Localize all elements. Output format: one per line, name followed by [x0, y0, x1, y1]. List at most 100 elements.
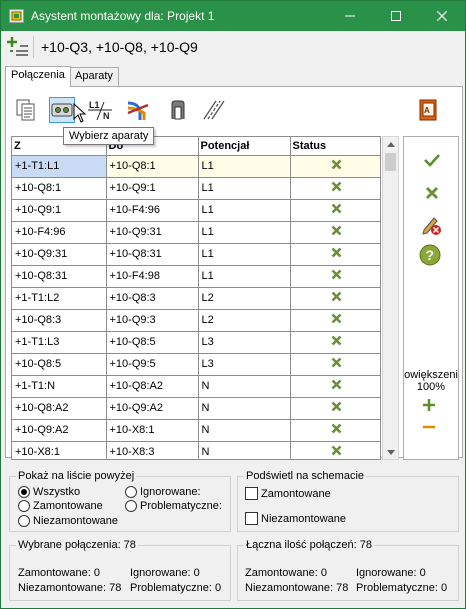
column-header-status[interactable]: Status: [290, 137, 380, 156]
radio-mounted[interactable]: Zamontowane: [18, 500, 103, 512]
grid-scrollbar[interactable]: [382, 136, 399, 460]
cell-to[interactable]: +10-F4:98: [106, 265, 199, 288]
radio-problematic[interactable]: Problematyczne:: [125, 500, 222, 512]
cell-potential[interactable]: N: [198, 419, 291, 442]
table-row[interactable]: +10-F4:96 +10-Q9:31 L1: [12, 221, 380, 244]
cell-from[interactable]: +10-Q8:1: [12, 177, 107, 200]
cell-status[interactable]: [290, 287, 380, 310]
minus-icon[interactable]: [418, 416, 440, 438]
cell-to[interactable]: +10-Q8:3: [106, 287, 199, 310]
radio-dot[interactable]: [18, 515, 30, 527]
cell-potential[interactable]: L2: [198, 309, 291, 332]
maximize-button[interactable]: [373, 1, 419, 31]
document-icon[interactable]: [13, 97, 39, 123]
radio-dot[interactable]: [18, 500, 30, 512]
cell-status[interactable]: [290, 331, 380, 354]
book-icon[interactable]: A: [415, 97, 441, 123]
checkbox-box[interactable]: [245, 512, 258, 525]
cell-from[interactable]: +1-T1:L3: [12, 331, 107, 354]
cell-status[interactable]: [290, 441, 380, 459]
table-row[interactable]: +10-Q8:A2 +10-Q9:A2 N: [12, 397, 380, 420]
table-row[interactable]: +10-Q8:1 +10-Q9:1 L1: [12, 177, 380, 200]
cell-status[interactable]: [290, 265, 380, 288]
pencil-delete-icon[interactable]: [421, 215, 443, 237]
table-row[interactable]: +10-Q8:5 +10-Q9:5 L3: [12, 353, 380, 376]
cell-from[interactable]: +1-T1:N: [12, 375, 107, 398]
cell-to[interactable]: +10-Q9:3: [106, 309, 199, 332]
cell-from[interactable]: +1-T1:L1: [12, 155, 107, 178]
plus-icon[interactable]: [418, 394, 440, 416]
cell-potential[interactable]: L2: [198, 287, 291, 310]
checkbox-highlight-unmounted[interactable]: Niezamontowane: [245, 512, 346, 525]
cell-potential[interactable]: L3: [198, 353, 291, 376]
column-header-potential[interactable]: Potencjał: [198, 137, 291, 156]
cell-status[interactable]: [290, 353, 380, 376]
cell-potential[interactable]: L1: [198, 243, 291, 266]
cell-status[interactable]: [290, 419, 380, 442]
add-remove-icon[interactable]: [7, 36, 29, 58]
cell-potential[interactable]: L1: [198, 199, 291, 222]
cell-from[interactable]: +10-Q8:A2: [12, 397, 107, 420]
radio-ignored[interactable]: Ignorowane:: [125, 486, 201, 498]
cell-to[interactable]: +10-Q9:1: [106, 177, 199, 200]
cell-from[interactable]: +10-Q8:31: [12, 265, 107, 288]
cell-to[interactable]: +10-X8:1: [106, 419, 199, 442]
cell-from[interactable]: +10-Q9:A2: [12, 419, 107, 442]
table-row[interactable]: +10-X8:1 +10-X8:3 N: [12, 441, 380, 459]
connections-grid[interactable]: Z Do Potencjał Status +1-T1:L1 +10-Q8:1 L1…: [11, 136, 381, 460]
minimize-button[interactable]: [327, 1, 373, 31]
cell-to[interactable]: +10-Q8:5: [106, 331, 199, 354]
cell-potential[interactable]: L1: [198, 177, 291, 200]
cell-potential[interactable]: N: [198, 441, 291, 459]
radio-all[interactable]: Wszystko: [18, 486, 80, 498]
table-row[interactable]: +1-T1:L1 +10-Q8:1 L1: [12, 155, 380, 178]
wire-color-icon[interactable]: [125, 97, 151, 123]
hatch-icon[interactable]: [201, 97, 227, 123]
cell-potential[interactable]: L1: [198, 155, 291, 178]
table-row[interactable]: +1-T1:L3 +10-Q8:5 L3: [12, 331, 380, 354]
cell-status[interactable]: [290, 199, 380, 222]
table-row[interactable]: +10-Q9:31 +10-Q8:31 L1: [12, 243, 380, 266]
checkbox-box[interactable]: [245, 487, 258, 500]
table-row[interactable]: +10-Q8:31 +10-F4:98 L1: [12, 265, 380, 288]
radio-dot[interactable]: [125, 500, 137, 512]
cell-status[interactable]: [290, 397, 380, 420]
terminal-icon[interactable]: [165, 97, 191, 123]
cell-from[interactable]: +10-F4:96: [12, 221, 107, 244]
cell-to[interactable]: +10-Q9:A2: [106, 397, 199, 420]
tab-connections[interactable]: Połączenia: [5, 66, 71, 87]
title-bar[interactable]: Asystent montażowy dla: Projekt 1: [1, 1, 465, 31]
tab-devices[interactable]: Aparaty: [69, 67, 119, 86]
cell-status[interactable]: [290, 309, 380, 332]
scroll-up-icon[interactable]: [383, 137, 398, 151]
cell-status[interactable]: [290, 243, 380, 266]
cell-to[interactable]: +10-Q8:31: [106, 243, 199, 266]
cell-from[interactable]: +10-Q8:5: [12, 353, 107, 376]
close-button[interactable]: [419, 1, 465, 31]
cell-potential[interactable]: L3: [198, 331, 291, 354]
cell-to[interactable]: +10-Q9:31: [106, 221, 199, 244]
table-row[interactable]: +1-T1:N +10-Q8:A2 N: [12, 375, 380, 398]
cell-potential[interactable]: L1: [198, 221, 291, 244]
check-icon[interactable]: [421, 149, 443, 171]
radio-unmounted[interactable]: Niezamontowane: [18, 515, 118, 527]
cell-from[interactable]: +10-Q9:31: [12, 243, 107, 266]
cell-to[interactable]: +10-Q8:1: [106, 155, 199, 178]
cell-potential[interactable]: L1: [198, 265, 291, 288]
table-row[interactable]: +10-Q8:3 +10-Q9:3 L2: [12, 309, 380, 332]
select-devices-icon[interactable]: [49, 97, 75, 123]
x-icon[interactable]: [421, 182, 443, 204]
cell-potential[interactable]: N: [198, 375, 291, 398]
cell-status[interactable]: [290, 375, 380, 398]
help-icon[interactable]: ?: [419, 244, 441, 266]
cell-potential[interactable]: N: [198, 397, 291, 420]
cell-from[interactable]: +10-Q8:3: [12, 309, 107, 332]
cell-status[interactable]: [290, 177, 380, 200]
line-section-icon[interactable]: L1 N: [87, 97, 113, 123]
cell-to[interactable]: +10-Q8:A2: [106, 375, 199, 398]
cell-to[interactable]: +10-F4:96: [106, 199, 199, 222]
scroll-down-icon[interactable]: [383, 445, 398, 459]
table-row[interactable]: +10-Q9:A2 +10-X8:1 N: [12, 419, 380, 442]
cell-to[interactable]: +10-Q9:5: [106, 353, 199, 376]
cell-to[interactable]: +10-X8:3: [106, 441, 199, 459]
